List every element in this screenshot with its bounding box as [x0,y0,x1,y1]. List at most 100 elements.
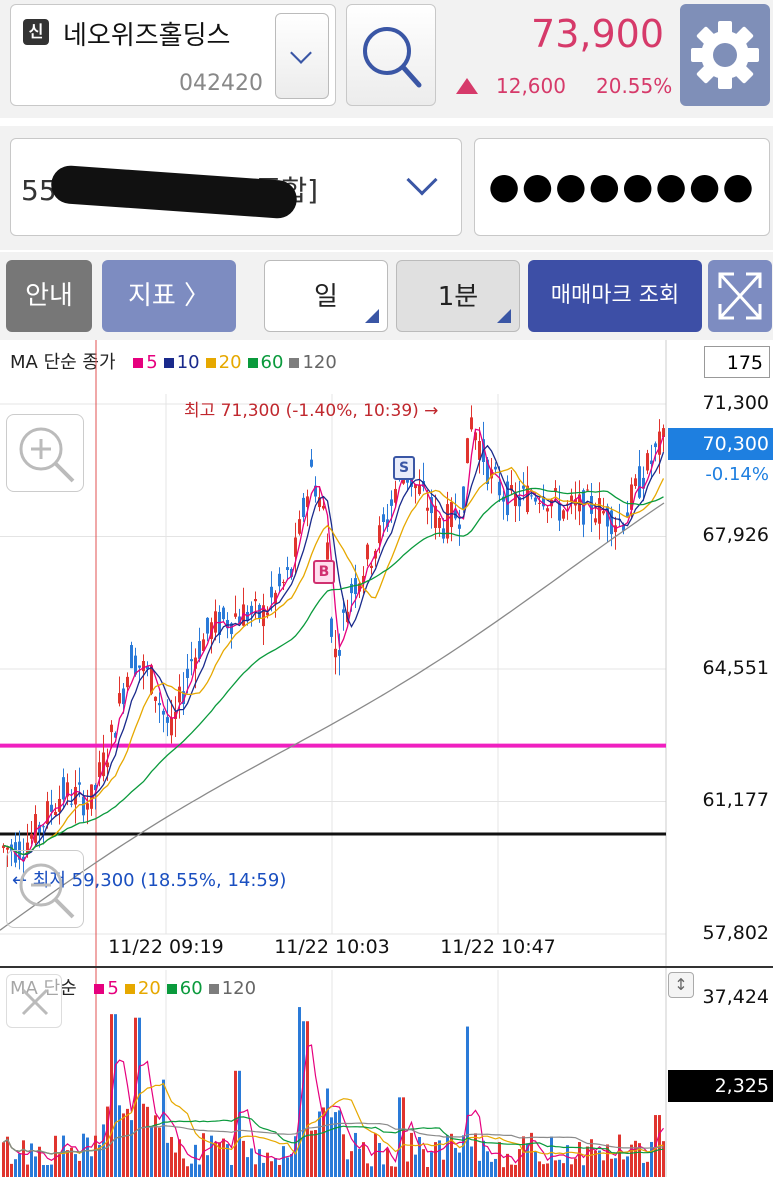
y-tick-label: 61,177 [702,789,769,812]
candle-body [338,650,341,656]
candle-body [294,537,297,557]
zoom-out-button[interactable] [6,850,84,928]
volume-bar [210,1135,213,1177]
stock-selector[interactable]: 신 네오위즈홀딩스 042420 [10,4,336,106]
trade-mark-button[interactable]: 매매마크 조회 [528,260,702,332]
candle-body [582,490,585,525]
volume-bar [254,1164,257,1177]
new-badge: 신 [23,19,49,45]
volume-bar [538,1161,541,1177]
candle-body [130,645,133,669]
volume-bar [306,1021,309,1177]
interval-select[interactable]: 1분 [396,260,520,332]
volume-bar [590,1139,593,1177]
y-tick-label: 57,802 [702,922,769,944]
candle-body [370,565,373,568]
indicator-button[interactable]: 지표 〉 [102,260,236,332]
volume-bar [338,1110,341,1177]
volume-bar [422,1149,425,1177]
settings-button[interactable] [680,4,770,106]
volume-bar [542,1164,545,1177]
volume-bar [406,1161,409,1177]
candle-body [6,847,9,850]
volume-bar [162,1079,165,1177]
volume-bar [370,1166,373,1177]
period-day-select[interactable]: 일 [264,260,388,332]
volume-bar [426,1167,429,1177]
candle-body [234,613,237,617]
candle-body [298,519,301,534]
volume-bar [574,1158,577,1177]
candle-body [366,544,369,560]
buy-mark-label: B [318,564,330,580]
expand-button[interactable] [708,260,772,332]
period-day-label: 일 [314,282,338,312]
candle-body [30,834,33,839]
candle-body [282,581,285,583]
candle-body [58,798,61,812]
volume-bar [82,1133,85,1177]
chart-area[interactable]: MA 단순 종가 5 10 20 60 120 175 71,300 67,926 64,5… [0,340,773,1177]
sell-mark: S [393,456,415,480]
up-triangle-icon [456,78,478,94]
account-row: 55[종합] ●●●●●●●● [0,126,773,250]
volume-bar [34,1156,37,1177]
zoom-in-button[interactable] [6,414,84,492]
volume-bar [646,1161,649,1177]
candle-body [462,486,465,510]
candle-body [390,499,393,506]
gear-icon [691,21,759,89]
volume-bar [458,1152,461,1177]
candle-body [186,668,189,678]
interval-label: 1분 [437,282,479,312]
candle-body [154,696,157,701]
stock-code: 042420 [179,71,263,96]
chevron-down-icon [406,164,438,196]
volume-bar [186,1166,189,1177]
volume-bar [158,1127,161,1177]
candle-body [558,503,561,521]
volume-bar [194,1144,197,1177]
volume-bar [386,1148,389,1177]
volume-bar [454,1147,457,1177]
candle-body [190,659,193,662]
candle-body [286,567,289,571]
volume-bar [358,1148,361,1177]
volume-bar [346,1159,349,1177]
candle-body [326,542,329,560]
account-selector[interactable]: 55[종합] [10,138,462,236]
volume-bar [534,1151,537,1177]
volume-bar [494,1158,497,1177]
stock-dropdown-button[interactable] [275,13,329,99]
candle-body [142,660,145,672]
y-tick-label: 67,926 [702,524,769,547]
volume-bar [394,1166,397,1177]
top-header: 신 네오위즈홀딩스 042420 73,900 12,600 20.55% [0,0,773,118]
candle-body [178,686,181,703]
candle-body [34,814,37,843]
volume-bar [246,1157,249,1177]
info-button[interactable]: 안내 [6,260,92,332]
volume-bar [510,1164,513,1177]
dropdown-corner-icon [497,309,511,323]
search-button[interactable] [346,4,436,106]
candle-body [530,495,533,497]
candle-body [42,826,45,828]
candle-body [310,459,313,467]
candle-body [166,717,169,723]
close-icon [21,988,49,1016]
candle-body [378,525,381,544]
candle-body [170,717,173,736]
volume-bar [614,1158,617,1177]
volume-bar [90,1156,93,1177]
password-field[interactable]: ●●●●●●●● [474,138,770,236]
candle-body [54,811,57,816]
volume-bar [634,1140,637,1177]
volume-bar [46,1165,49,1177]
close-panel-button[interactable] [6,974,62,1028]
candle-body [330,618,333,637]
y-tick-label: 71,300 [702,392,769,414]
volume-bar [558,1159,561,1177]
chevron-down-icon [290,42,312,64]
candle-body [122,688,125,705]
